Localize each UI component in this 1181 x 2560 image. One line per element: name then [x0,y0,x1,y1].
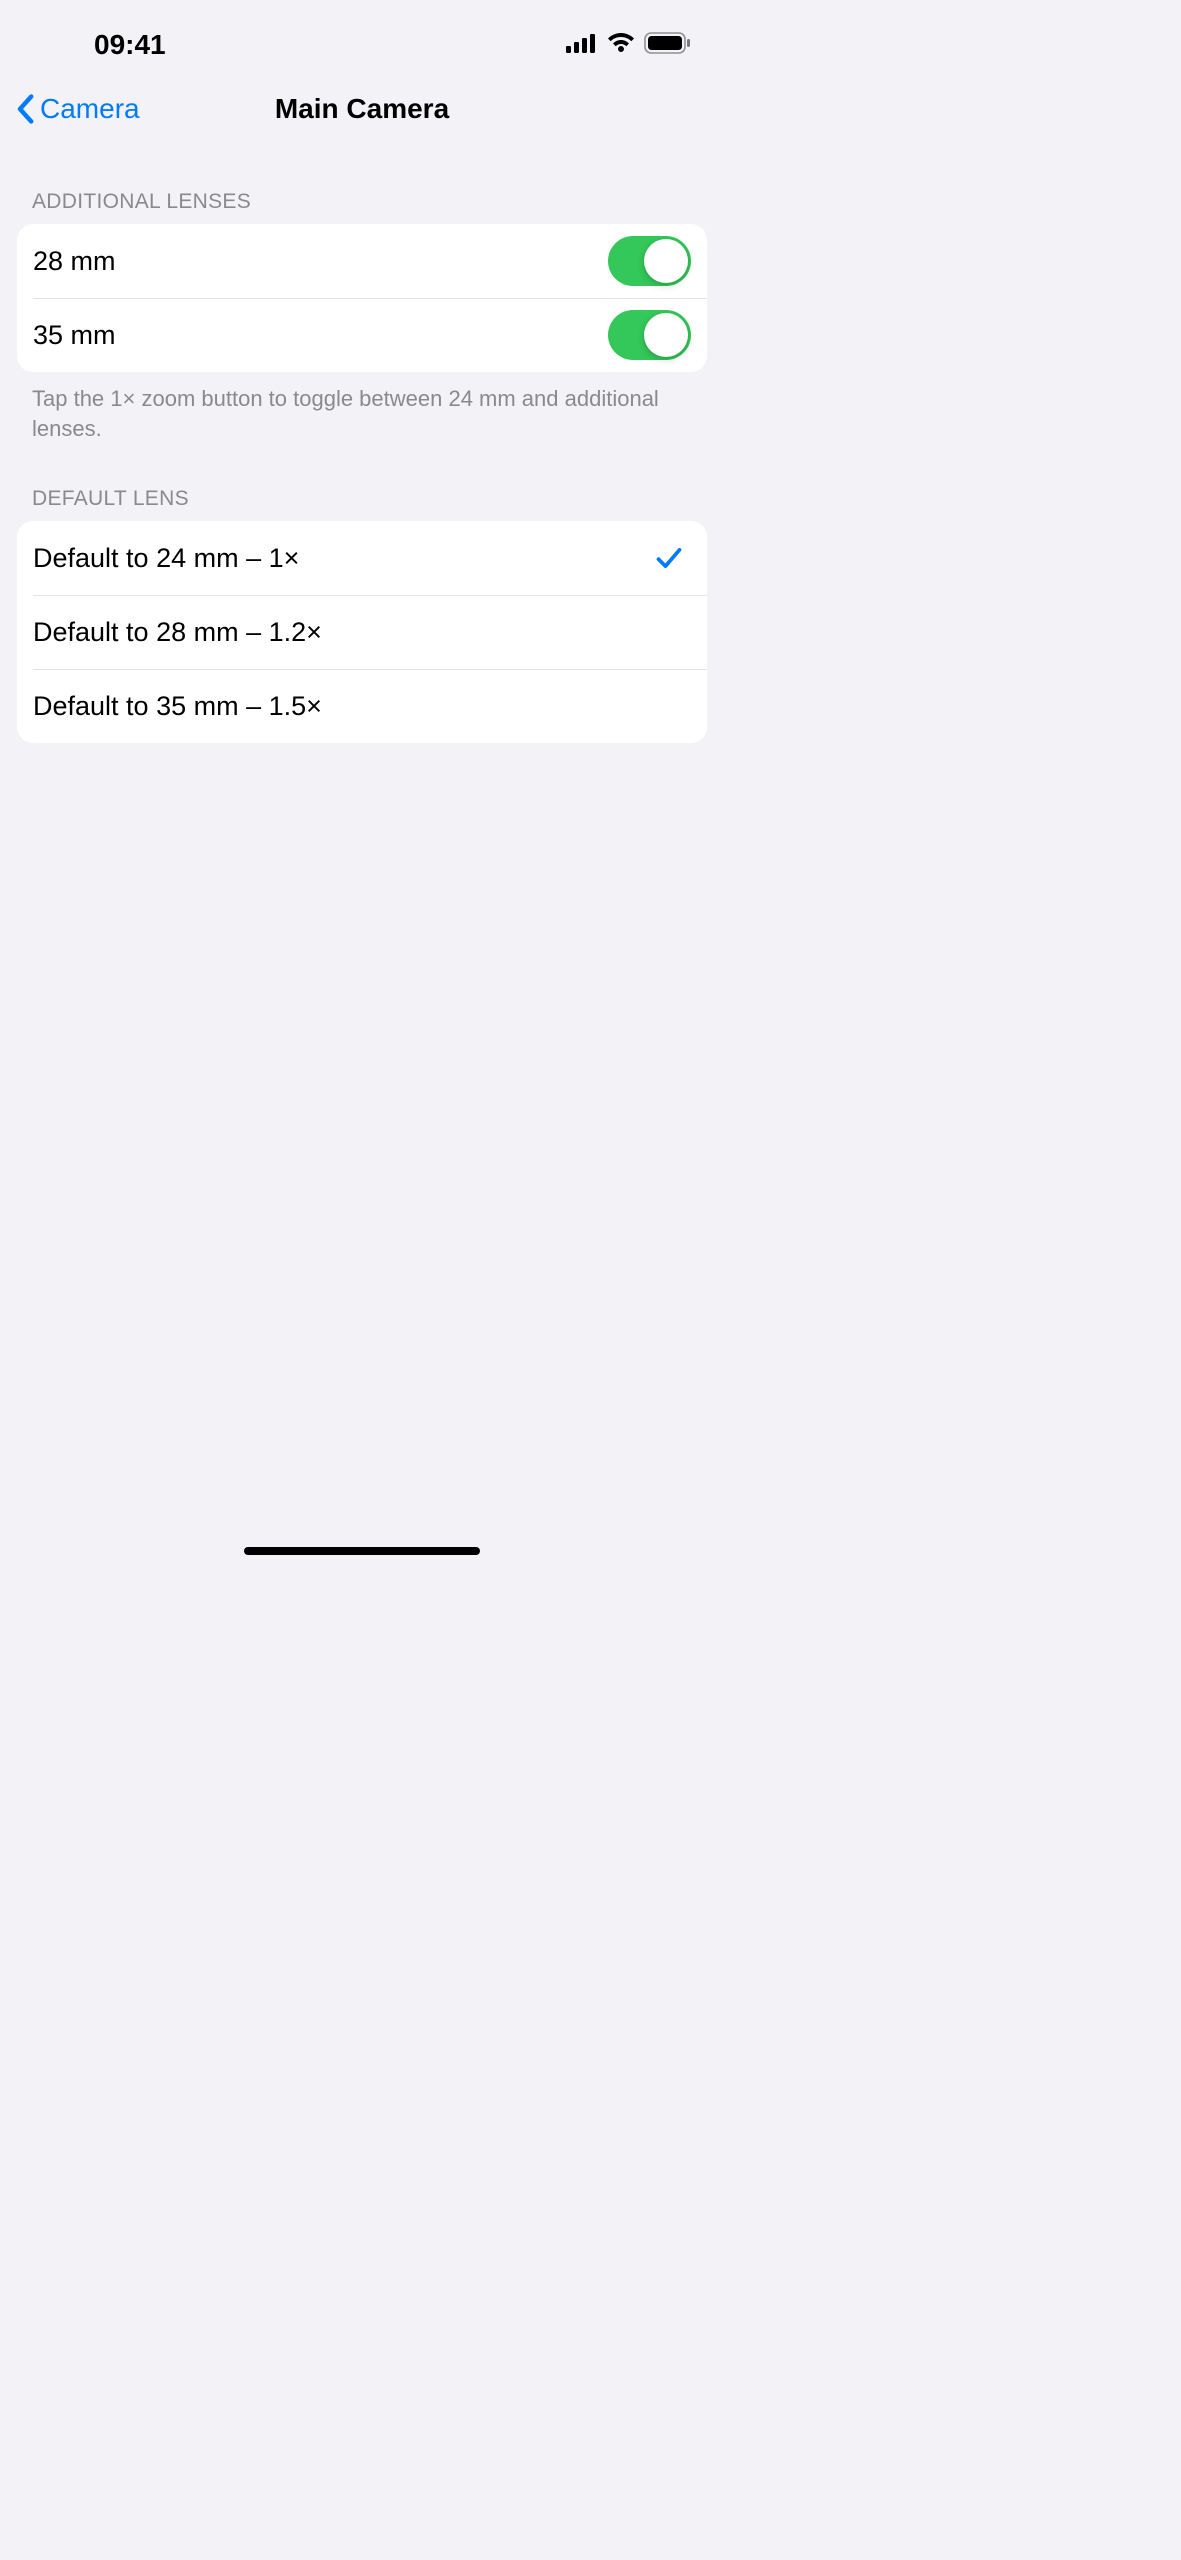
default-35mm-row[interactable]: Default to 35 mm – 1.5× [17,669,707,743]
checkmark-icon [655,544,683,572]
default-24mm-label: Default to 24 mm – 1× [33,543,299,574]
additional-lenses-footer: Tap the 1× zoom button to toggle between… [0,372,724,443]
lens-28mm-toggle[interactable] [608,236,691,286]
content: ADDITIONAL LENSES 28 mm 35 mm Tap the 1×… [0,146,724,743]
status-bar: 09:41 [0,0,724,72]
wifi-icon [606,32,636,59]
home-indicator[interactable] [244,1547,480,1555]
default-28mm-row[interactable]: Default to 28 mm – 1.2× [17,595,707,669]
section-header-default-lens: DEFAULT LENS [0,443,724,521]
page-title: Main Camera [275,93,449,125]
default-35mm-label: Default to 35 mm – 1.5× [33,691,322,722]
default-28mm-label: Default to 28 mm – 1.2× [33,617,322,648]
toggle-knob [644,239,688,283]
lens-28mm-row: 28 mm [17,224,707,298]
lens-35mm-row: 35 mm [17,298,707,372]
battery-icon [644,32,692,59]
toggle-knob [644,313,688,357]
section-header-additional-lenses: ADDITIONAL LENSES [0,146,724,224]
lens-35mm-label: 35 mm [33,320,116,351]
lens-35mm-toggle[interactable] [608,310,691,360]
additional-lenses-group: 28 mm 35 mm [17,224,707,372]
chevron-left-icon [14,94,36,124]
back-label: Camera [40,93,140,125]
cellular-signal-icon [566,33,598,58]
status-time: 09:41 [32,29,166,61]
status-icons [566,32,692,59]
back-button[interactable]: Camera [14,93,140,125]
default-24mm-row[interactable]: Default to 24 mm – 1× [17,521,707,595]
default-lens-group: Default to 24 mm – 1× Default to 28 mm –… [17,521,707,743]
navigation-bar: Camera Main Camera [0,72,724,146]
lens-28mm-label: 28 mm [33,246,116,277]
